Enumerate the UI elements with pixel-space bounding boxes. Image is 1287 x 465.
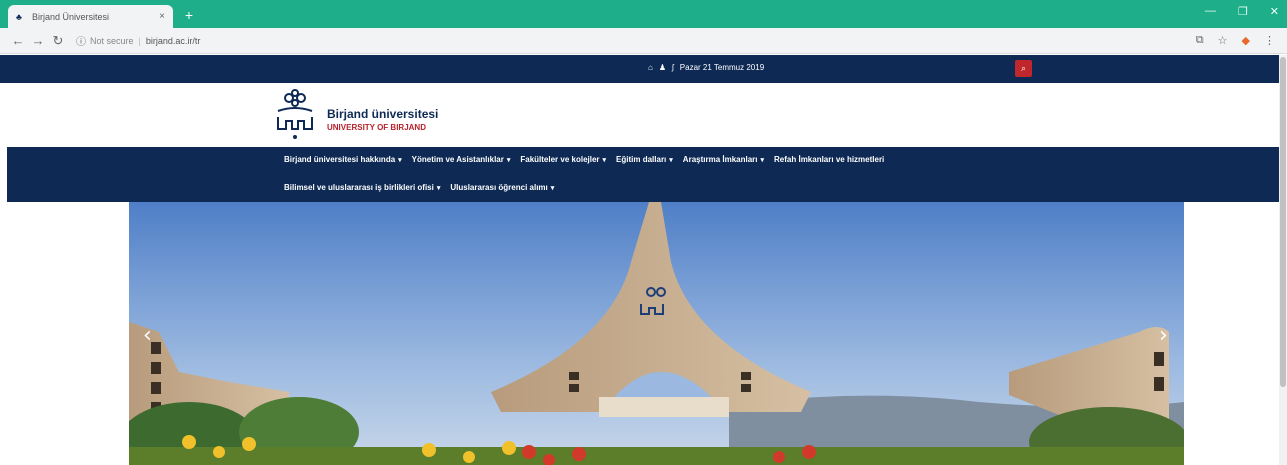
caret-down-icon: ▾ xyxy=(760,157,765,164)
nav-item-faculties[interactable]: Fakülteler ve kolejler ▾ xyxy=(520,155,606,164)
svg-text:›: › xyxy=(1159,323,1168,348)
bookmark-star-icon[interactable]: ☆ xyxy=(1218,34,1228,47)
minimize-icon[interactable]: — xyxy=(1205,5,1216,18)
nav-item-student-admission[interactable]: Uluslararası öğrenci alımı ▾ xyxy=(450,183,554,192)
new-tab-button[interactable]: + xyxy=(180,7,198,23)
window-controls: — ❐ ✕ xyxy=(1205,5,1279,18)
site-topbar: ⌂ ♟ ʃ Pazar 21 Temmuz 2019 ⌕ xyxy=(0,55,1287,83)
tab-title: Birjand Üniversitesi xyxy=(32,11,110,22)
caret-down-icon: ▾ xyxy=(669,157,673,164)
nav-item-international-office[interactable]: Bilimsel ve uluslararası iş birlikleri o… xyxy=(284,183,440,192)
caret-down-icon: ▾ xyxy=(398,157,402,164)
university-subtitle: UNIVERSITY OF BIRJAND xyxy=(327,123,426,132)
rss-icon[interactable]: ʃ xyxy=(672,63,674,72)
nav-item-about[interactable]: Birjand üniversitesi hakkında ▾ xyxy=(284,155,402,164)
topbar-meta: ⌂ ♟ ʃ Pazar 21 Temmuz 2019 xyxy=(648,63,764,72)
sitemap-icon[interactable]: ♟ xyxy=(659,63,666,72)
university-name[interactable]: Birjand üniversitesi xyxy=(327,107,438,121)
caret-down-icon: ▾ xyxy=(602,157,607,164)
caret-down-icon: ▾ xyxy=(550,185,555,192)
address-separator: | xyxy=(138,35,141,46)
hero-slider[interactable]: ‹ › xyxy=(129,202,1184,465)
favicon-icon: ♣ xyxy=(16,11,22,22)
nav-label: Araştırma İmkanları xyxy=(682,155,758,164)
university-logo[interactable] xyxy=(274,89,316,147)
url-text: birjand.ac.ir/tr xyxy=(145,35,201,46)
translate-icon[interactable]: ⧉ xyxy=(1196,34,1204,47)
nav-label: Refah İmkanları ve hizmetleri xyxy=(774,155,885,164)
date-text: Pazar 21 Temmuz 2019 xyxy=(679,63,765,72)
caret-down-icon: ▾ xyxy=(436,185,441,192)
nav-label: Yönetim ve Asistanlıklar xyxy=(411,155,504,164)
search-button[interactable]: ⌕ xyxy=(1015,60,1032,77)
nav-label: Eğitim dalları xyxy=(616,155,667,164)
scrollbar-thumb[interactable] xyxy=(1280,57,1286,387)
security-label: Not secure xyxy=(90,35,134,46)
nav-item-education[interactable]: Eğitim dalları ▾ xyxy=(616,155,673,164)
address-bar[interactable]: ⓘ Not secure | birjand.ac.ir/tr xyxy=(76,31,1196,51)
nav-label: Birjand üniversitesi hakkında xyxy=(284,155,396,164)
hero-image: ‹ › xyxy=(129,202,1184,465)
nav-item-welfare[interactable]: Refah İmkanları ve hizmetleri xyxy=(774,155,884,164)
nav-row-2: Bilimsel ve uluslararası iş birlikleri o… xyxy=(284,183,554,192)
toolbar-actions: ⧉ ☆ ◆ ⋮ xyxy=(1196,34,1287,47)
search-icon: ⌕ xyxy=(1020,63,1027,73)
home-icon[interactable]: ⌂ xyxy=(648,63,653,72)
nav-label: Fakülteler ve kolejler xyxy=(520,155,600,164)
nav-label: Bilimsel ve uluslararası iş birlikleri o… xyxy=(284,183,434,192)
nav-item-research[interactable]: Araştırma İmkanları ▾ xyxy=(683,155,764,164)
menu-icon[interactable]: ⋮ xyxy=(1264,34,1275,47)
tab-close-icon[interactable]: × xyxy=(159,11,165,22)
browser-titlebar: ♣ Birjand Üniversitesi × + — ❐ ✕ xyxy=(0,0,1287,28)
maximize-icon[interactable]: ❐ xyxy=(1238,5,1248,18)
back-icon[interactable]: ← xyxy=(8,33,28,48)
browser-toolbar: ← → ↻ ⓘ Not secure | birjand.ac.ir/tr ⧉ … xyxy=(0,28,1287,54)
nav-item-management[interactable]: Yönetim ve Asistanlıklar ▾ xyxy=(412,155,511,164)
close-window-icon[interactable]: ✕ xyxy=(1270,5,1279,18)
reload-icon[interactable]: ↻ xyxy=(48,33,68,49)
page-scrollbar[interactable] xyxy=(1279,55,1287,465)
extension-icon[interactable]: ◆ xyxy=(1242,34,1250,47)
nav-label: Uluslararası öğrenci alımı xyxy=(450,183,548,192)
svg-text:‹: ‹ xyxy=(143,323,152,348)
forward-icon[interactable]: → xyxy=(28,33,48,48)
browser-tab[interactable]: ♣ Birjand Üniversitesi × xyxy=(8,5,173,28)
site-header: Birjand üniversitesi UNIVERSITY OF BIRJA… xyxy=(0,83,1287,147)
nav-row-1: Birjand üniversitesi hakkında ▾ Yönetim v… xyxy=(284,155,884,164)
info-icon[interactable]: ⓘ xyxy=(76,33,86,48)
main-navigation: Birjand üniversitesi hakkında ▾ Yönetim v… xyxy=(7,147,1280,202)
caret-down-icon: ▾ xyxy=(506,157,511,164)
